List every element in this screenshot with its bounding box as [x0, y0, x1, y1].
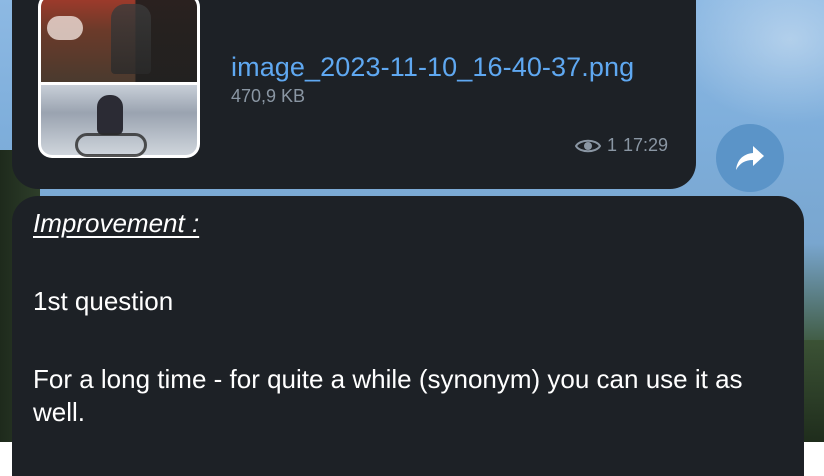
eye-icon: [574, 139, 601, 152]
message-time: 17:29: [622, 135, 668, 155]
file-message-bubble[interactable]: image_2023-11-10_16-40-37.png 470,9 KB 1…: [12, 0, 696, 189]
thumbnail-photo-top: [41, 0, 197, 82]
thumbnail-photo-bottom: [41, 85, 197, 157]
view-count: 1: [606, 135, 617, 155]
message-meta: 1 17:29: [574, 135, 668, 156]
text-message-bubble[interactable]: Improvement : 1st question For a long ti…: [12, 196, 804, 476]
image-thumbnail[interactable]: [38, 0, 200, 158]
message-body: For a long time - for quite a while (syn…: [33, 364, 743, 427]
file-name-link[interactable]: image_2023-11-10_16-40-37.png: [231, 52, 634, 83]
share-button[interactable]: [716, 124, 784, 192]
message-heading: Improvement :: [33, 208, 200, 238]
file-size: 470,9 KB: [231, 86, 306, 106]
share-arrow-icon: [736, 146, 764, 170]
message-question: 1st question: [33, 286, 174, 316]
